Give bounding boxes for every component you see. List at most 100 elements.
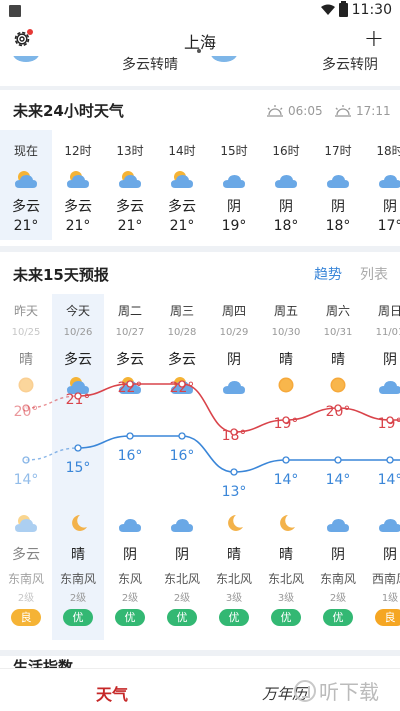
day-date: 10/26 [63, 327, 93, 338]
daily-item[interactable]: 周五 10/30 晴 19° 14° 晴东北风 3级优 [260, 294, 312, 640]
page-indicator-dot [197, 49, 201, 53]
wind-direction: 东北风 [215, 572, 252, 586]
daily-item[interactable]: 周二 10/27 多云 22° 16° 阴东风 2级优 [104, 294, 156, 640]
tab-trend[interactable]: 趋势 [314, 264, 342, 284]
low-temp: 15° [65, 460, 91, 476]
moon-icon [222, 512, 246, 534]
daily-item[interactable]: 周六 10/31 晴 20° 14° 阴东南风 2级优 [312, 294, 364, 640]
hourly-condition: 多云 [12, 199, 40, 215]
wind-level: 2级 [69, 593, 87, 604]
hourly-time: 17时 [324, 144, 352, 158]
app-header: 上海 + [0, 24, 400, 56]
watermark: 听下载 [294, 676, 379, 705]
daily-item[interactable]: 周四 10/29 阴 18° 13° 晴东北风 3级优 [208, 294, 260, 640]
partly-cloudy-icon [66, 168, 90, 190]
hourly-temp: 21° [117, 218, 143, 234]
night-condition: 多云 [12, 547, 40, 563]
cloud-icon [326, 168, 350, 190]
high-temp: 22° [117, 380, 143, 396]
night-condition: 阴 [175, 547, 189, 563]
daily-item[interactable]: 昨天 10/25 晴 20° 14° 多云东南风 2级良 [0, 294, 52, 640]
tomorrow-condition: 多云转阴 [322, 57, 378, 73]
hourly-time: 13时 [116, 144, 144, 158]
wind-level: 3级 [277, 593, 295, 604]
day-condition: 多云 [168, 352, 196, 368]
today-summary-card: 多云转晴 多云转阴 [0, 56, 400, 86]
wind-direction: 东南风 [7, 572, 44, 586]
day-name: 昨天 [13, 304, 38, 318]
day-date: 10/28 [167, 327, 197, 338]
daily-item[interactable]: 周日 11/01 阴 19° 14° 阴西南风 1级良 [364, 294, 400, 640]
low-temp: 14° [377, 472, 400, 488]
wind-direction: 东北风 [163, 572, 200, 586]
partly-cloudy-icon [14, 512, 38, 534]
high-temp: 18° [221, 428, 247, 444]
hourly-condition: 多云 [116, 199, 144, 215]
hourly-title: 未来24小时天气 [13, 102, 124, 120]
notification-icon [9, 5, 21, 17]
moon-icon [274, 512, 298, 534]
day-name: 周二 [117, 304, 142, 318]
wind-level: 3级 [225, 593, 243, 604]
hourly-condition: 阴 [227, 199, 241, 215]
moon-icon [66, 512, 90, 534]
aqi-badge: 优 [271, 609, 301, 626]
nav-weather[interactable]: 天气 [96, 681, 128, 705]
aqi-badge: 优 [323, 609, 353, 626]
day-condition: 晴 [279, 352, 293, 368]
sun-icon [274, 374, 298, 396]
day-condition: 阴 [227, 352, 241, 368]
watermark-text: 听下载 [319, 680, 379, 704]
day-condition: 多云 [64, 352, 92, 368]
low-temp: 14° [13, 472, 39, 488]
hourly-item: 14时 多云 21° [156, 130, 208, 240]
high-temp: 19° [377, 416, 400, 432]
day-name: 周日 [377, 304, 400, 318]
day-date: 11/01 [375, 327, 400, 338]
cloud-icon [274, 168, 298, 190]
low-temp: 16° [117, 448, 143, 464]
hourly-time: 15时 [220, 144, 248, 158]
night-condition: 阴 [123, 547, 137, 563]
day-name: 周四 [221, 304, 246, 318]
status-time: 11:30 [351, 2, 392, 18]
wind-direction: 西南风 [371, 572, 400, 586]
sunset: 17:11 [334, 104, 391, 118]
high-temp: 20° [13, 404, 39, 420]
battery-icon [338, 1, 348, 17]
day-date: 10/29 [219, 327, 249, 338]
wind-direction: 东风 [117, 572, 142, 586]
day-name: 周六 [325, 304, 350, 318]
tab-list[interactable]: 列表 [360, 264, 388, 284]
aqi-badge: 良 [375, 609, 400, 626]
wind-level: 2级 [17, 593, 35, 604]
wind-direction: 东北风 [267, 572, 304, 586]
day-name: 周五 [273, 304, 298, 318]
add-city-button[interactable]: + [364, 26, 384, 50]
wifi-icon [320, 4, 335, 15]
day-condition: 多云 [116, 352, 144, 368]
high-temp: 22° [169, 380, 195, 396]
sunset-icon [335, 105, 351, 117]
hourly-time: 12时 [64, 144, 92, 158]
hourly-temp: 19° [221, 218, 247, 234]
day-date: 10/25 [11, 327, 41, 338]
hourly-condition: 多云 [168, 199, 196, 215]
day-name: 周三 [169, 304, 194, 318]
aqi-badge: 良 [11, 609, 41, 626]
low-temp: 14° [325, 472, 351, 488]
today-condition: 多云转晴 [122, 57, 178, 73]
cloud-icon [222, 168, 246, 190]
cloud-icon [118, 512, 142, 534]
low-temp: 16° [169, 448, 195, 464]
hourly-temp: 21° [169, 218, 195, 234]
day-condition: 阴 [383, 352, 397, 368]
night-condition: 晴 [71, 547, 85, 563]
cloud-icon [13, 56, 39, 62]
daily-item[interactable]: 周三 10/28 多云 22° 16° 阴东北风 2级优 [156, 294, 208, 640]
daily-item[interactable]: 今天 10/26 多云 21° 15° 晴东南风 2级优 [52, 294, 104, 640]
day-condition: 晴 [19, 352, 33, 368]
hourly-forecast-card: 未来24小时天气 06:05 17:11 现在 多云 21° 12时 多云 21° 13时多… [0, 90, 400, 246]
hourly-condition: 阴 [383, 199, 397, 215]
watermark-logo-icon [294, 679, 316, 702]
